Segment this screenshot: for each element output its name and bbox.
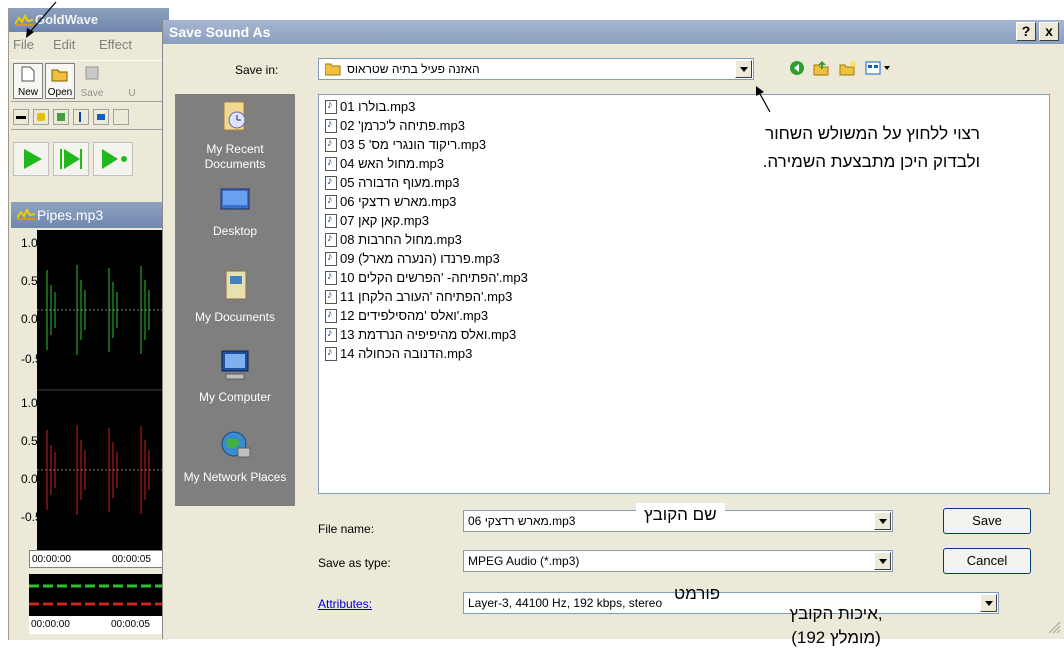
quality-note-line2: (מומלץ 192) [791,628,881,647]
arrow-to-save-in [759,93,771,113]
arrow-note: רצוי ללחוץ על המשולש השחור ולבדוק היכן מ… [762,124,980,171]
arrow-to-file-menu [29,1,57,33]
format-note: פורמט [674,584,721,603]
quality-note: איכות הקובץ, (מומלץ 192) [750,602,922,650]
file-name-note: שם הקובץ [636,503,725,527]
annotation-arrows [26,1,771,113]
quality-note-line1: איכות הקובץ, [789,604,883,623]
